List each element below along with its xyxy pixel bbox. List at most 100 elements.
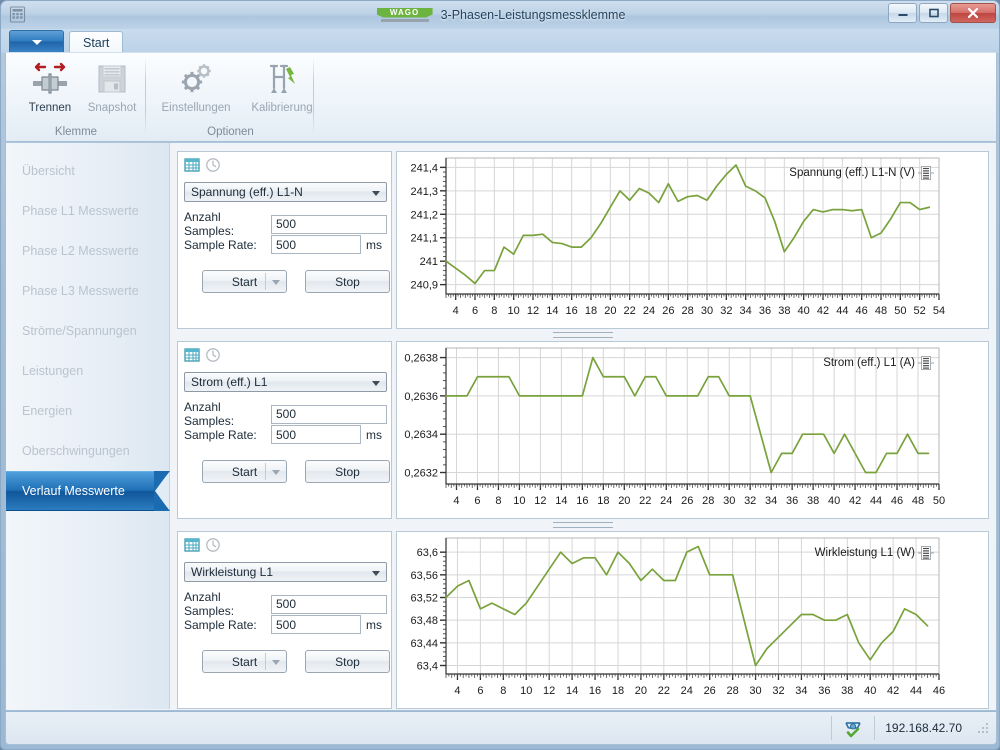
- svg-text:42: 42: [849, 495, 861, 507]
- window-controls: [888, 3, 996, 23]
- maximize-button[interactable]: [919, 3, 948, 23]
- svg-text:240,9: 240,9: [410, 280, 438, 292]
- pane-1-start-label: Start: [231, 274, 258, 289]
- pane-1-controls: Spannung (eff.) L1-N Anzahl Samples: Sam…: [177, 151, 392, 329]
- svg-text:34: 34: [795, 685, 807, 697]
- chevron-down-icon: [272, 470, 280, 475]
- svg-text:22: 22: [624, 305, 636, 317]
- logo-text: WAGO: [376, 7, 433, 18]
- pane-2-rate-row: Sample Rate: ms: [184, 425, 382, 444]
- svg-text:50: 50: [933, 495, 945, 507]
- pane-2-button-row: Start Stop: [202, 460, 390, 483]
- ribbon-button-einstellungen[interactable]: Einstellungen: [151, 58, 241, 120]
- splitter-2[interactable]: [177, 519, 989, 531]
- pane-3-start-button[interactable]: Start: [202, 650, 287, 673]
- pane-2-rate-input[interactable]: [271, 425, 361, 444]
- sidebar-item-phase-l2[interactable]: Phase L2 Messwerte: [6, 231, 169, 271]
- svg-text:63,48: 63,48: [410, 615, 438, 627]
- sidebar-item-energien[interactable]: Energien: [6, 391, 169, 431]
- sidebar-item-uebersicht[interactable]: Übersicht: [6, 151, 169, 191]
- clock-icon[interactable]: [205, 347, 221, 363]
- ribbon-button-trennen-label: Trennen: [28, 102, 72, 114]
- svg-text:38: 38: [778, 305, 790, 317]
- sidebar-item-stroeme-spannungen[interactable]: Ströme/Spannungen: [6, 311, 169, 351]
- sidebar-item-phase-l3[interactable]: Phase L3 Messwerte: [6, 271, 169, 311]
- sidebar-item-label: Ströme/Spannungen: [22, 324, 137, 338]
- svg-text:38: 38: [841, 685, 853, 697]
- sidebar-item-oberschwingungen[interactable]: Oberschwingungen: [6, 431, 169, 471]
- svg-text:Wirkleistung L1 (W): Wirkleistung L1 (W): [815, 547, 915, 559]
- sidebar-item-phase-l1[interactable]: Phase L1 Messwerte: [6, 191, 169, 231]
- pane-3-samples-input[interactable]: [271, 594, 387, 614]
- pane-3-stop-button[interactable]: Stop: [305, 650, 390, 673]
- tab-start[interactable]: Start: [69, 31, 124, 53]
- svg-text:32: 32: [720, 305, 732, 317]
- pane-3-chart[interactable]: 63,4 63,44 63,48 63,52 63,56 63,6 4 6 8 10 12 14 16 1…: [396, 531, 989, 709]
- ribbon-button-kalibrierung[interactable]: Kalibrierung: [242, 58, 322, 120]
- pane-3-rate-input[interactable]: [271, 615, 361, 634]
- sidebar-item-label: Phase L2 Messwerte: [22, 244, 139, 258]
- svg-text:28: 28: [727, 685, 739, 697]
- svg-text:54: 54: [933, 305, 945, 317]
- svg-text:8: 8: [491, 305, 497, 317]
- svg-text:18: 18: [612, 685, 624, 697]
- svg-text:34: 34: [765, 495, 777, 507]
- pane-2-start-button[interactable]: Start: [202, 460, 287, 483]
- pane-3-channel-select[interactable]: Wirkleistung L1: [184, 562, 387, 582]
- minimize-button[interactable]: [888, 3, 917, 23]
- pane-2-channel-select[interactable]: Strom (eff.) L1: [184, 372, 387, 392]
- ribbon-group-separator: [145, 57, 146, 135]
- svg-text:50: 50: [894, 305, 906, 317]
- ribbon-group-separator: [313, 57, 314, 135]
- wago-logo: WAGO: [376, 7, 433, 23]
- pane-1-samples-input[interactable]: [271, 214, 387, 234]
- table-grid-icon[interactable]: [184, 537, 200, 553]
- clock-icon[interactable]: [205, 537, 221, 553]
- clock-icon[interactable]: [205, 157, 221, 173]
- svg-text:22: 22: [658, 685, 670, 697]
- ribbon-button-kalibrierung-label: Kalibrierung: [251, 102, 313, 114]
- chevron-down-icon: [372, 571, 380, 576]
- status-bar: 192.168.42.70: [5, 712, 997, 745]
- svg-text:26: 26: [704, 685, 716, 697]
- pane-1-stop-button[interactable]: Stop: [305, 270, 390, 293]
- pane-2-stop-button[interactable]: Stop: [305, 460, 390, 483]
- ribbon-group-klemme: Trennen Snapshot Klemme: [6, 53, 146, 141]
- ribbon-group-klemme-label: Klemme: [54, 126, 98, 138]
- svg-text:16: 16: [576, 495, 588, 507]
- svg-text:46: 46: [933, 685, 945, 697]
- pane-2-chart[interactable]: 0,2632 0,2634 0,2636 0,2638 4 6 8 10 12 14 16 18 20 2…: [396, 341, 989, 519]
- chevron-down-icon: [31, 39, 42, 45]
- ribbon-group-optionen-label: Optionen: [207, 126, 254, 138]
- pane-1-chart[interactable]: 240,9 241 241,1 241,2 241,3 241,4 4 6 8 10 12 14 16 1…: [396, 151, 989, 329]
- svg-text:63,4: 63,4: [417, 661, 438, 673]
- splitter-1[interactable]: [177, 329, 989, 341]
- pane-1-channel-value: Spannung (eff.) L1-N: [191, 185, 303, 199]
- table-grid-icon[interactable]: [184, 157, 200, 173]
- sidebar-item-leistungen[interactable]: Leistungen: [6, 351, 169, 391]
- close-button[interactable]: [950, 3, 996, 23]
- window-title: 3-Phasen-Leistungsmessklemme: [440, 8, 626, 22]
- ribbon-button-snapshot[interactable]: Snapshot: [76, 58, 148, 120]
- connection-status-cell[interactable]: [831, 715, 874, 740]
- logo-underline: [380, 18, 429, 22]
- sidebar-item-verlauf-messwerte[interactable]: Verlauf Messwerte: [6, 471, 169, 511]
- application-menu-button[interactable]: [9, 30, 64, 53]
- svg-text:0,2634: 0,2634: [404, 429, 438, 441]
- sidebar-item-label: Phase L1 Messwerte: [22, 204, 139, 218]
- title-bar: WAGO 3-Phasen-Leistungsmessklemme: [1, 1, 999, 29]
- svg-text:24: 24: [643, 305, 655, 317]
- pane-1-start-button[interactable]: Start: [202, 270, 287, 293]
- svg-text:8: 8: [500, 685, 506, 697]
- panes-container: Spannung (eff.) L1-N Anzahl Samples: Sam…: [170, 143, 996, 710]
- pane-1-channel-select[interactable]: Spannung (eff.) L1-N: [184, 182, 387, 202]
- resize-grip-icon[interactable]: [976, 721, 990, 735]
- table-grid-icon[interactable]: [184, 347, 200, 363]
- svg-text:14: 14: [546, 305, 558, 317]
- pane-1-rate-input[interactable]: [271, 235, 361, 254]
- title-center: WAGO 3-Phasen-Leistungsmessklemme: [1, 1, 999, 29]
- svg-text:26: 26: [681, 495, 693, 507]
- svg-text:241,1: 241,1: [410, 233, 438, 245]
- pane-2-samples-input[interactable]: [271, 404, 387, 424]
- sidebar-item-label: Energien: [22, 404, 73, 418]
